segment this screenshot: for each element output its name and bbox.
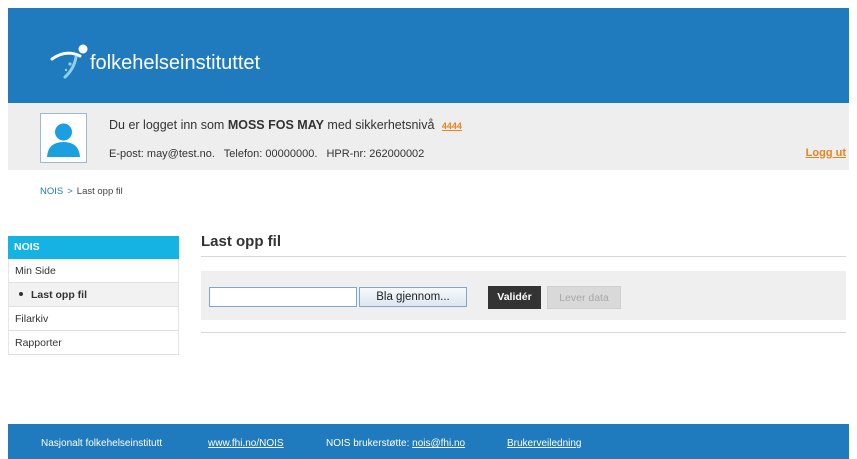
user-phone: Telefon: 00000000.	[223, 148, 318, 160]
sidebar-item-rapporter[interactable]: Rapporter	[8, 331, 179, 355]
footer-support-email[interactable]: nois@fhi.no	[412, 438, 465, 449]
sidebar-item-last-opp-fil[interactable]: Last opp fil	[8, 283, 179, 307]
sidebar-item-filarkiv[interactable]: Filarkiv	[8, 307, 179, 331]
fhi-logo-icon	[50, 44, 88, 79]
footer-org: Nasjonalt folkehelseinstitutt	[41, 438, 163, 449]
sidebar-item-label: Min Side	[15, 265, 56, 277]
login-suffix: med sikkerhetsnivå	[327, 118, 435, 132]
sidebar-nav: NOIS Min Side Last opp fil Filarkiv Rapp…	[8, 236, 179, 355]
upload-panel: Bla gjennom... Validér Lever data	[201, 271, 846, 320]
sidebar-item-label: Filarkiv	[15, 313, 49, 325]
browse-button[interactable]: Bla gjennom...	[359, 287, 467, 307]
page-title: Last opp fil	[201, 233, 281, 250]
user-hpr: HPR-nr: 262000002	[326, 148, 425, 160]
footer-support: NOIS brukerstøtte: nois@fhi.no	[326, 438, 465, 449]
user-name: MOSS FOS MAY	[227, 118, 324, 132]
main-content: Last opp fil Bla gjennom... Validér Leve…	[201, 233, 846, 333]
breadcrumb-root-link[interactable]: NOIS	[40, 186, 63, 197]
breadcrumb-separator: >	[67, 186, 73, 197]
login-prefix: Du er logget inn som	[109, 118, 225, 132]
logout-link[interactable]: Logg ut	[806, 147, 846, 159]
footer-nois-link[interactable]: www.fhi.no/NOIS	[208, 438, 284, 449]
breadcrumb: NOIS > Last opp fil	[40, 186, 123, 197]
logo-text: folkehelseinstituttet	[90, 51, 261, 74]
file-path-input[interactable]	[209, 287, 357, 307]
security-level-badge: 4444	[441, 121, 462, 131]
breadcrumb-current: Last opp fil	[76, 186, 123, 197]
contact-info: E-post: may@test.no. Telefon: 00000000. …	[109, 148, 430, 160]
user-avatar-icon	[45, 118, 82, 158]
sidebar-item-min-side[interactable]: Min Side	[8, 259, 179, 283]
footer-support-label: NOIS brukerstøtte:	[326, 438, 410, 449]
sidebar-item-label: Last opp fil	[31, 289, 87, 301]
user-info-bar: Du er logget inn som MOSS FOS MAY med si…	[8, 103, 849, 170]
bullet-icon	[19, 292, 23, 297]
footer-user-guide-link[interactable]: Brukerveiledning	[507, 438, 582, 449]
sidebar-heading[interactable]: NOIS	[8, 236, 179, 259]
user-email: E-post: may@test.no.	[109, 148, 215, 160]
validate-button[interactable]: Validér	[488, 286, 541, 309]
divider	[201, 256, 846, 257]
sidebar-item-label: Rapporter	[15, 337, 62, 349]
fhi-logo[interactable]: folkehelseinstituttet	[50, 43, 260, 83]
site-header: folkehelseinstituttet	[8, 8, 849, 103]
divider	[201, 332, 846, 333]
deliver-data-button[interactable]: Lever data	[547, 286, 621, 309]
login-status: Du er logget inn som MOSS FOS MAY med si…	[109, 118, 462, 132]
site-footer: Nasjonalt folkehelseinstitutt www.fhi.no…	[8, 424, 849, 459]
avatar	[40, 113, 87, 163]
